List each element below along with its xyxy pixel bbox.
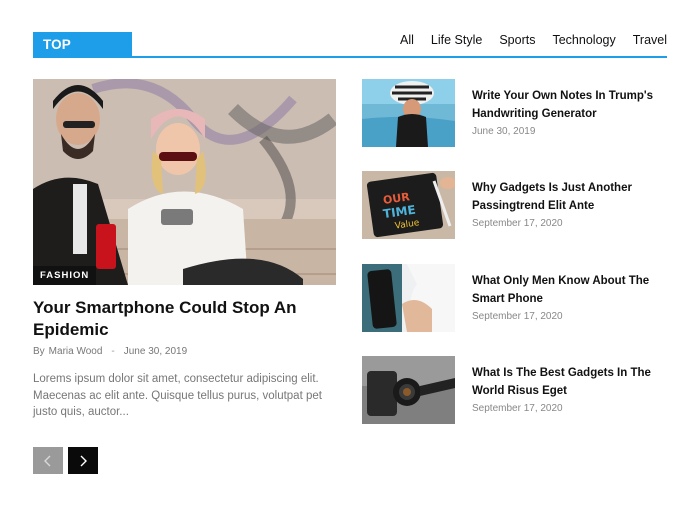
list-item: OUR TIME Value Why Gadgets Is Just Anoth… [362, 171, 667, 239]
list-item: Write Your Own Notes In Trump's Handwrit… [362, 79, 667, 147]
thumbnail-photo: OUR TIME Value [362, 171, 455, 239]
filter-sports[interactable]: Sports [499, 33, 535, 47]
block-title: TOP STORIES [33, 32, 132, 78]
chevron-left-icon [44, 455, 51, 466]
header-underline [33, 56, 667, 58]
featured-meta: By Maria Wood - June 30, 2019 [33, 346, 187, 357]
list-item: What Is The Best Gadgets In The World Ri… [362, 356, 667, 424]
featured-excerpt: Lorems ipsum dolor sit amet, consectetur… [33, 373, 322, 418]
thumbnail-photo [362, 356, 455, 424]
next-button[interactable] [68, 447, 98, 474]
post-date: June 30, 2019 [123, 346, 188, 357]
thumbnail-photo [362, 264, 455, 332]
by-label: By [33, 346, 45, 357]
list-item: What Only Men Know About The Smart Phone… [362, 264, 667, 332]
chevron-right-icon [80, 455, 87, 466]
thumbnail[interactable] [362, 79, 455, 147]
category-badge[interactable]: FASHION [33, 266, 97, 285]
list-item-title[interactable]: Write Your Own Notes In Trump's Handwrit… [472, 87, 662, 123]
featured-image[interactable]: FASHION [33, 79, 336, 285]
list-item-title[interactable]: Why Gadgets Is Just Another Passingtrend… [472, 179, 662, 215]
featured-photo [33, 79, 336, 285]
filter-technology[interactable]: Technology [552, 33, 615, 47]
list-item-date: September 17, 2020 [472, 311, 563, 322]
prev-button[interactable] [33, 447, 63, 474]
list-item-title[interactable]: What Is The Best Gadgets In The World Ri… [472, 364, 662, 400]
list-item-date: September 17, 2020 [472, 218, 563, 229]
pagination [33, 447, 98, 474]
thumbnail[interactable]: OUR TIME Value [362, 171, 455, 239]
filter-travel[interactable]: Travel [633, 33, 667, 47]
list-item-date: September 17, 2020 [472, 403, 563, 414]
category-filters: All Life Style Sports Technology Travel [400, 33, 667, 47]
thumbnail[interactable] [362, 264, 455, 332]
list-item-title[interactable]: What Only Men Know About The Smart Phone [472, 272, 662, 308]
list-item-date: June 30, 2019 [472, 126, 536, 137]
thumbnail-photo [362, 79, 455, 147]
filter-life-style[interactable]: Life Style [431, 33, 482, 47]
meta-separator: - [111, 346, 115, 357]
filter-all[interactable]: All [400, 33, 414, 47]
featured-title[interactable]: Your Smartphone Could Stop An Epidemic [33, 297, 333, 341]
thumbnail[interactable] [362, 356, 455, 424]
author-link[interactable]: Maria Wood [49, 346, 103, 357]
block-header: TOP STORIES All Life Style Sports Techno… [33, 32, 667, 78]
